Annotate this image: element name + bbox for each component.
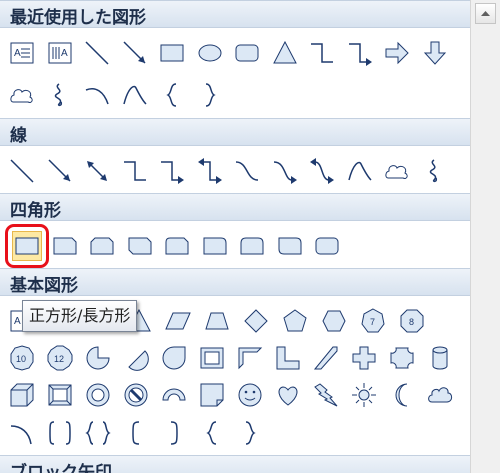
donut-shape-icon[interactable] xyxy=(83,380,113,410)
elbowarrow-shape-icon[interactable] xyxy=(157,156,187,186)
triangle-shape-icon[interactable] xyxy=(270,38,300,68)
diagstripe-shape-icon[interactable] xyxy=(311,343,341,373)
svg-text:12: 12 xyxy=(54,354,64,364)
arrow-shape-icon[interactable] xyxy=(120,38,150,68)
pie-shape-icon[interactable] xyxy=(83,343,113,373)
svg-text:A: A xyxy=(14,48,21,59)
cube-shape-icon[interactable] xyxy=(7,380,37,410)
downarrow-shape-icon[interactable] xyxy=(420,38,450,68)
scroll-up-button[interactable] xyxy=(475,3,496,24)
line-shape-icon[interactable] xyxy=(7,156,37,186)
selection-marker xyxy=(5,224,49,268)
blockarc-shape-icon[interactable] xyxy=(159,380,189,410)
teardrop-shape-icon[interactable] xyxy=(159,343,189,373)
cloudlike-shape-icon[interactable] xyxy=(382,156,412,186)
curvedarrow-shape-icon[interactable] xyxy=(270,156,300,186)
lbracket-shape-icon[interactable] xyxy=(121,418,151,448)
category-title: 線 xyxy=(10,126,27,146)
smiley-shape-icon[interactable] xyxy=(235,380,265,410)
decagon-shape-icon[interactable]: 10 xyxy=(7,343,37,373)
elbow-shape-icon[interactable] xyxy=(120,156,150,186)
shapes-gallery: 最近使用した図形 A A 線 四角形 基本図形 A 7 8 10 12 ブロック矢印 正… xyxy=(0,0,470,473)
moon-shape-icon[interactable] xyxy=(387,380,417,410)
parallelogram-shape-icon[interactable] xyxy=(163,306,193,336)
halfframe-shape-icon[interactable] xyxy=(235,343,265,373)
vtextbox-shape-icon[interactable]: A xyxy=(45,38,75,68)
rbracket-shape-icon[interactable] xyxy=(159,418,189,448)
dodecagon-shape-icon[interactable]: 12 xyxy=(45,343,75,373)
rrect-shape-icon[interactable] xyxy=(232,38,262,68)
snip3-shape-icon[interactable] xyxy=(125,231,155,261)
chord-shape-icon[interactable] xyxy=(121,343,151,373)
trapezoid-shape-icon[interactable] xyxy=(202,306,232,336)
can-shape-icon[interactable] xyxy=(425,343,455,373)
foldcorner-shape-icon[interactable] xyxy=(197,380,227,410)
octagon8-shape-icon[interactable]: 8 xyxy=(397,306,427,336)
diamond-shape-icon[interactable] xyxy=(241,306,271,336)
plus-shape-icon[interactable] xyxy=(349,343,379,373)
nosymbol-shape-icon[interactable] xyxy=(121,380,151,410)
lshape-shape-icon[interactable] xyxy=(273,343,303,373)
heart-shape-icon[interactable] xyxy=(273,380,303,410)
arc-shape-icon[interactable] xyxy=(120,80,150,110)
dblbrace-shape-icon[interactable] xyxy=(83,418,113,448)
scribble-shape-icon[interactable] xyxy=(45,80,75,110)
vertical-scrollbar[interactable] xyxy=(470,0,500,473)
round3-shape-icon[interactable] xyxy=(275,231,305,261)
dblbracket-shape-icon[interactable] xyxy=(45,418,75,448)
round1-shape-icon[interactable] xyxy=(200,231,230,261)
textbox-shape-icon[interactable]: A xyxy=(7,38,37,68)
hexagon-shape-icon[interactable] xyxy=(319,306,349,336)
scribble-shape-icon[interactable] xyxy=(420,156,450,186)
rbrace-shape-icon[interactable] xyxy=(235,418,265,448)
category-title: 最近使用した図形 xyxy=(10,8,146,28)
category-header-block-arrows: ブロック矢印 xyxy=(0,455,470,473)
elbowdbl-shape-icon[interactable] xyxy=(195,156,225,186)
svg-text:10: 10 xyxy=(16,354,26,364)
pentagon-shape-icon[interactable] xyxy=(280,306,310,336)
arrow-shape-icon[interactable] xyxy=(45,156,75,186)
plaque-shape-icon[interactable] xyxy=(387,343,417,373)
sun-shape-icon[interactable] xyxy=(349,380,379,410)
arcline-shape-icon[interactable] xyxy=(7,418,37,448)
category-header-basic: 基本図形 xyxy=(0,268,470,296)
arc-shape-icon[interactable] xyxy=(345,156,375,186)
snip2-shape-icon[interactable] xyxy=(87,231,117,261)
shape-tooltip: 正方形/長方形 xyxy=(22,300,138,332)
elbowarrow-shape-icon[interactable] xyxy=(345,38,375,68)
svg-text:A: A xyxy=(61,48,68,59)
ellipse-shape-icon[interactable] xyxy=(195,38,225,68)
category-title: 基本図形 xyxy=(10,276,78,296)
svg-text:7: 7 xyxy=(370,317,375,327)
frame-shape-icon[interactable] xyxy=(197,343,227,373)
curveddbl-shape-icon[interactable] xyxy=(307,156,337,186)
heptagon-shape-icon[interactable]: 7 xyxy=(358,306,388,336)
lbrace-shape-icon[interactable] xyxy=(197,418,227,448)
category-header-lines: 線 xyxy=(0,118,470,146)
curve-shape-icon[interactable] xyxy=(82,80,112,110)
snipround-shape-icon[interactable] xyxy=(162,231,192,261)
rect-shape-icon[interactable] xyxy=(157,38,187,68)
category-header-rectangles: 四角形 xyxy=(0,193,470,221)
round2-shape-icon[interactable] xyxy=(237,231,267,261)
rightarrow-shape-icon[interactable] xyxy=(382,38,412,68)
cloud-shape-icon[interactable] xyxy=(425,380,455,410)
svg-text:8: 8 xyxy=(409,317,414,327)
category-header-recent: 最近使用した図形 xyxy=(0,0,470,28)
snip1-shape-icon[interactable] xyxy=(50,231,80,261)
cloudlike-shape-icon[interactable] xyxy=(7,80,37,110)
bevel-shape-icon[interactable] xyxy=(45,380,75,410)
category-title: 四角形 xyxy=(10,201,61,221)
lbrace-shape-icon[interactable] xyxy=(157,80,187,110)
rrect-shape-icon[interactable] xyxy=(312,231,342,261)
curvedconn-shape-icon[interactable] xyxy=(232,156,262,186)
svg-text:A: A xyxy=(14,316,21,327)
line-shape-icon[interactable] xyxy=(82,38,112,68)
lightning-shape-icon[interactable] xyxy=(311,380,341,410)
dblarrow-shape-icon[interactable] xyxy=(82,156,112,186)
category-title: ブロック矢印 xyxy=(10,463,112,473)
rbrace-shape-icon[interactable] xyxy=(195,80,225,110)
elbow-shape-icon[interactable] xyxy=(307,38,337,68)
